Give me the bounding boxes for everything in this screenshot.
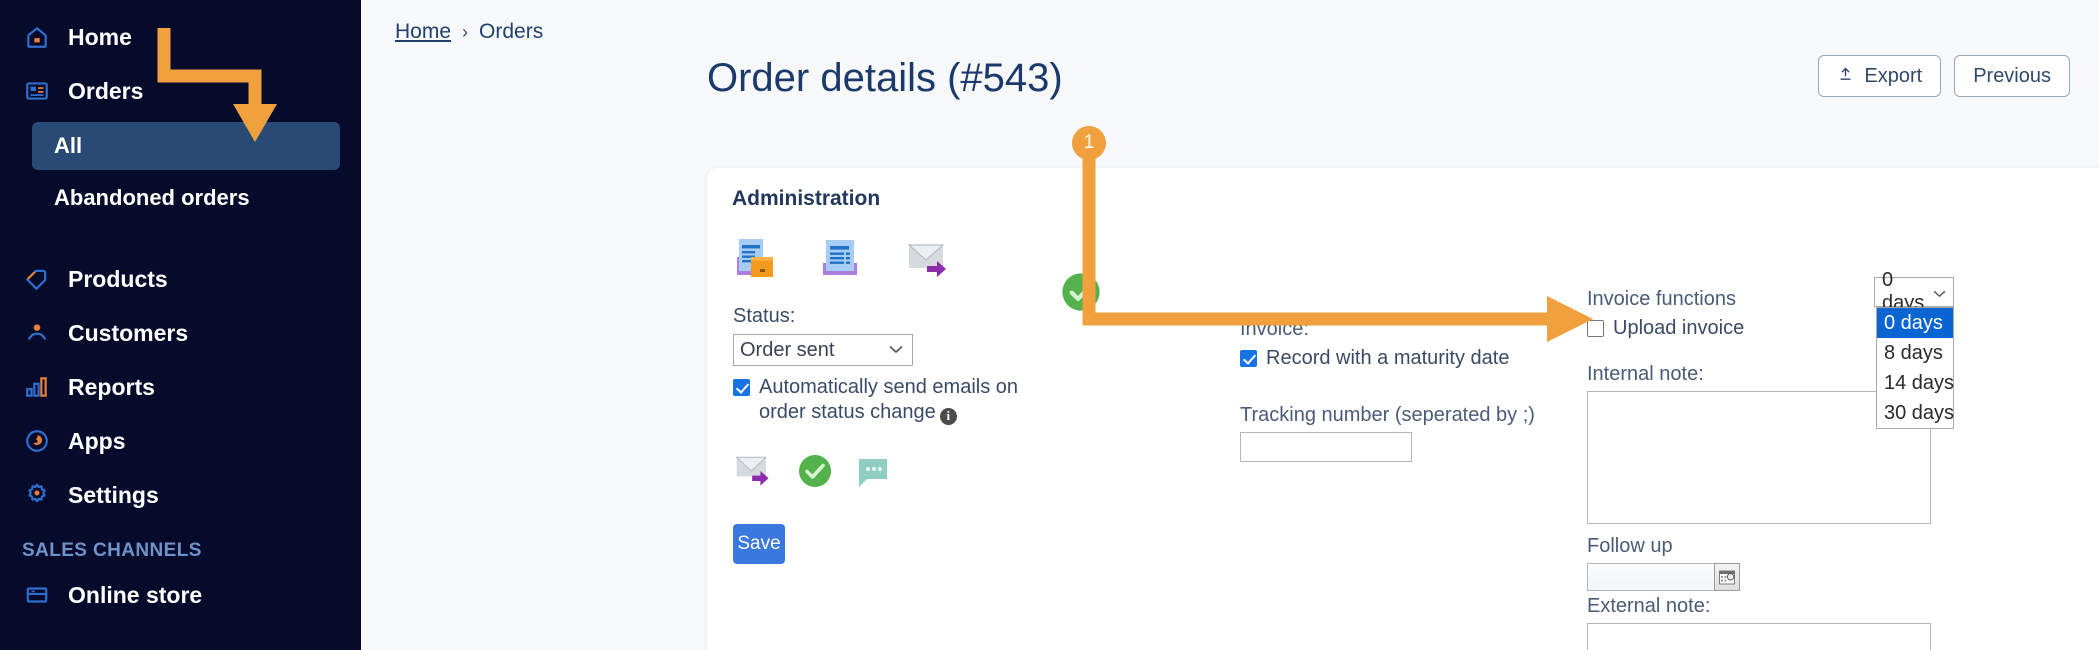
email-forward-icon[interactable] (905, 235, 951, 288)
sidebar-item-label: Customers (68, 319, 189, 346)
main-content: Home › Orders Order details (#543) Expor… (361, 0, 2099, 650)
status-select[interactable]: Order sent (733, 334, 913, 366)
card-title: Administration (732, 187, 881, 210)
sidebar-item-label: Online store (68, 581, 203, 608)
sidebar-item-label: Products (68, 265, 168, 292)
invoice-column-spacer (1062, 226, 1550, 318)
sidebar-item-home[interactable]: Home (0, 10, 361, 64)
sidebar-item-apps[interactable]: Apps (0, 414, 361, 468)
maturity-date-checkbox[interactable] (1240, 350, 1257, 367)
sidebar-item-reports[interactable]: Reports (0, 360, 361, 414)
store-icon (22, 580, 52, 610)
comment-bubble-icon[interactable] (855, 453, 891, 494)
sidebar-item-customers[interactable]: Customers (0, 306, 361, 360)
status-column: Status: Order sent Automatically send em… (733, 236, 1033, 565)
auto-email-label: Automatically send emails on order statu… (759, 376, 1019, 424)
annotation-step-badge: 1 (1072, 126, 1106, 160)
sidebar-item-online-store[interactable]: Online store (0, 568, 361, 622)
sidebar-section-sales-channels: SALES CHANNELS (22, 540, 202, 561)
gear-icon (22, 480, 52, 510)
sidebar-item-all[interactable]: All (32, 122, 340, 170)
previous-button-label: Previous (1973, 64, 2051, 87)
invoice-column: Invoice: Record with a maturity date Tra… (1062, 226, 1550, 463)
follow-up-field: Follow up (1587, 535, 2007, 592)
external-note-textarea[interactable] (1587, 623, 1931, 650)
document-icons-row (733, 236, 1033, 288)
app-root: Home Orders All Abandoned orders Product… (0, 0, 2099, 650)
tracking-label: Tracking number (seperated by ;) (1240, 404, 1535, 427)
sidebar-item-products[interactable]: Products (0, 252, 361, 306)
sidebar-item-settings[interactable]: Settings (0, 468, 361, 522)
maturity-option-0-days[interactable]: 0 days (1877, 308, 1953, 338)
person-icon (22, 318, 52, 348)
info-icon[interactable]: i (939, 407, 957, 425)
external-note-label: External note: (1587, 595, 1711, 618)
upload-invoice-checkbox[interactable] (1587, 320, 1604, 337)
save-button-label: Save (737, 533, 781, 555)
invoice-doc-icon[interactable] (819, 235, 865, 288)
apps-icon (22, 426, 52, 456)
follow-up-row (1587, 563, 2007, 592)
bar-chart-icon (22, 372, 52, 402)
upload-icon (1837, 65, 1854, 88)
tag-icon (22, 264, 52, 294)
invoice-package-icon[interactable] (733, 235, 779, 288)
home-icon (22, 22, 52, 52)
maturity-select[interactable]: 0 days (1874, 269, 1954, 314)
previous-button[interactable]: Previous (1954, 55, 2070, 97)
chevron-right-icon: › (462, 21, 469, 42)
sidebar-item-label: Orders (68, 77, 144, 104)
page-title: Order details (#543) (707, 56, 1063, 100)
breadcrumb: Home › Orders (395, 20, 543, 44)
maturity-option-30-days[interactable]: 30 days (1877, 398, 1954, 428)
breadcrumb-home-link[interactable]: Home (395, 20, 451, 44)
status-field: Status: Order sent (733, 305, 1033, 366)
export-button-label: Export (1864, 64, 1923, 87)
maturity-option-14-days[interactable]: 14 days (1877, 368, 1954, 398)
auto-email-checkbox-row[interactable]: Automatically send emails on order statu… (733, 375, 1033, 425)
follow-up-input[interactable] (1587, 563, 1714, 592)
status-label: Status: (733, 305, 796, 327)
sidebar-item-label: Apps (68, 427, 126, 454)
sidebar: Home Orders All Abandoned orders Product… (0, 0, 361, 650)
tracking-field: Tracking number (seperated by ;) (1240, 404, 1550, 463)
export-button[interactable]: Export (1818, 55, 1942, 97)
email-forward-icon[interactable] (733, 450, 775, 497)
sidebar-item-abandoned-orders[interactable]: Abandoned orders (32, 174, 340, 222)
sidebar-item-orders[interactable]: Orders (0, 64, 361, 118)
invoice-label: Invoice: (1240, 318, 1309, 340)
tracking-input[interactable] (1240, 432, 1412, 463)
top-actions: Export Previous (1818, 55, 2070, 97)
sidebar-subitem-label: All (54, 133, 83, 158)
maturity-checkbox-row[interactable]: Record with a maturity date (1240, 346, 1550, 371)
calendar-icon[interactable] (1714, 563, 1740, 592)
status-select-wrap: Order sent (733, 334, 913, 366)
sidebar-item-label: Reports (68, 373, 155, 400)
follow-up-label: Follow up (1587, 535, 1673, 558)
sidebar-subitem-label: Abandoned orders (54, 185, 250, 210)
maturity-dropdown-list[interactable]: 0 days 8 days 14 days 30 days (1876, 307, 1954, 429)
maturity-option-8-days[interactable]: 8 days (1877, 338, 1953, 368)
orders-icon (22, 76, 52, 106)
maturity-date-label: Record with a maturity date (1266, 347, 1510, 369)
save-button[interactable]: Save (733, 524, 785, 565)
upload-invoice-label: Upload invoice (1613, 317, 1745, 339)
auto-email-checkbox[interactable] (733, 379, 750, 396)
chevron-down-icon (1933, 281, 1946, 304)
breadcrumb-current: Orders (479, 20, 544, 43)
external-note-field: External note: (1587, 595, 2007, 650)
sidebar-item-label: Home (68, 23, 132, 50)
status-icons-row (733, 447, 1033, 499)
sidebar-item-label: Settings (68, 481, 159, 508)
green-check-icon[interactable] (797, 453, 833, 494)
green-check-icon[interactable] (1060, 271, 1102, 318)
